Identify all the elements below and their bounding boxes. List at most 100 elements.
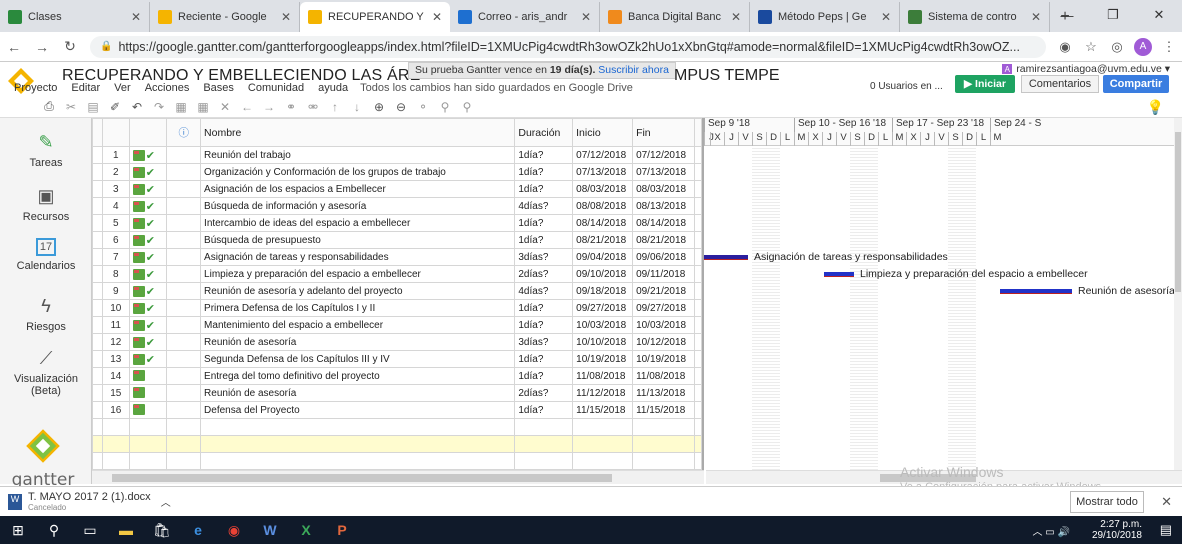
start-cell[interactable]: 11/12/2018 — [572, 384, 634, 402]
menu-editar[interactable]: Editar — [71, 82, 100, 96]
paste-icon[interactable]: ▤ — [84, 100, 102, 114]
row-number[interactable]: 10 — [101, 299, 130, 317]
file-explorer-icon[interactable]: ▬ — [108, 516, 144, 544]
redo-icon[interactable]: ↷ — [150, 100, 168, 114]
resources-group-icon[interactable]: ⚲ — [458, 100, 476, 114]
table-row[interactable]: 14 Entrega del tomo definitivo del proyec… — [92, 367, 702, 385]
windows-start-icon[interactable]: ⊞ — [0, 516, 36, 544]
task-name-cell[interactable]: Reunión de asesoría — [200, 333, 516, 351]
start-cell[interactable]: 10/19/2018 — [572, 350, 634, 368]
zoom-in-icon[interactable]: ⊕ — [370, 100, 388, 114]
row-number[interactable]: 12 — [101, 333, 130, 351]
sidebar-item-calendarios[interactable]: 17 Calendarios — [0, 238, 92, 272]
cast-icon[interactable]: ◉ — [1052, 39, 1078, 55]
tab-6[interactable]: Método Peps | Ge ✕ — [750, 2, 900, 32]
task-name-cell[interactable]: Búsqueda de presupuesto — [200, 231, 516, 249]
end-cell[interactable]: 10/19/2018 — [632, 350, 695, 368]
sidebar-item-recursos[interactable]: ▣ Recursos — [0, 186, 92, 223]
start-cell[interactable]: 08/03/2018 — [572, 180, 634, 198]
tab-2[interactable]: Reciente - Google ✕ — [150, 2, 300, 32]
table-row[interactable]: 3 ✔ Asignación de los espacios a Embellece… — [92, 180, 702, 198]
menu-ver[interactable]: Ver — [114, 82, 131, 96]
start-cell[interactable]: 11/15/2018 — [572, 401, 634, 419]
start-cell[interactable]: 09/10/2018 — [572, 265, 634, 283]
print-icon[interactable]: ⎙ — [40, 99, 58, 114]
start-meeting-button[interactable]: ▶ Iniciar — [955, 75, 1015, 93]
table-row[interactable]: 5 ✔ Intercambio de ideas del espacio a emb… — [92, 214, 702, 232]
gantt-chart[interactable]: Sep 9 '18 Sep 10 - Sep 16 '18 Sep 17 - Sep… — [704, 118, 1174, 470]
end-cell[interactable]: 07/12/2018 — [632, 146, 695, 164]
info-icon[interactable]: ⓘ — [166, 118, 202, 147]
milestone-icon[interactable]: ⚬ — [414, 100, 432, 114]
grid-horizontal-scrollbar[interactable] — [92, 470, 704, 484]
outdent-icon[interactable]: ← — [238, 100, 256, 114]
close-tab-icon[interactable]: ✕ — [432, 10, 442, 24]
delete-row-icon[interactable]: ✕ — [216, 100, 234, 114]
end-cell[interactable]: 09/11/2018 — [632, 265, 695, 283]
store-icon[interactable]: 🛍 — [144, 516, 180, 544]
tab-3[interactable]: RECUPERANDO Y ✕ — [300, 2, 450, 32]
duration-cell[interactable]: 4días? — [514, 197, 574, 215]
row-number[interactable]: 13 — [101, 350, 130, 368]
zoom-out-icon[interactable]: ⊖ — [392, 100, 410, 114]
move-down-icon[interactable]: ↓ — [348, 100, 366, 114]
row-number[interactable]: 9 — [101, 282, 130, 300]
sidebar-item-visualizacion[interactable]: ⟋ Visualización (Beta) — [0, 348, 92, 397]
end-cell[interactable]: 08/21/2018 — [632, 231, 695, 249]
table-row[interactable]: 12 ✔ Reunión de asesoría 3días? 10/10/2018 10… — [92, 333, 702, 351]
duration-cell[interactable]: 1día? — [514, 299, 574, 317]
duration-cell[interactable]: 4días? — [514, 282, 574, 300]
close-tab-icon[interactable]: ✕ — [131, 10, 141, 24]
tab-1[interactable]: Clases ✕ — [0, 2, 150, 32]
minimize-icon[interactable]: — — [1044, 0, 1090, 30]
start-cell[interactable]: 09/27/2018 — [572, 299, 634, 317]
menu-ayuda[interactable]: ayuda — [318, 82, 348, 96]
menu-bases[interactable]: Bases — [203, 82, 234, 96]
bookmark-star-icon[interactable]: ☆ — [1078, 39, 1104, 55]
row-number[interactable]: 6 — [101, 231, 130, 249]
duration-cell[interactable]: 1día? — [514, 180, 574, 198]
close-tab-icon[interactable]: ✕ — [1031, 10, 1041, 24]
notification-icon[interactable]: ▤ — [1160, 522, 1172, 538]
end-cell[interactable]: 09/27/2018 — [632, 299, 695, 317]
powerpoint-icon[interactable]: P — [324, 516, 360, 544]
duration-cell[interactable]: 1día? — [514, 401, 574, 419]
chevron-up-icon[interactable]: ︿ — [161, 494, 171, 509]
row-number[interactable]: 1 — [101, 146, 130, 164]
start-cell[interactable]: 09/04/2018 — [572, 248, 634, 266]
table-row[interactable]: 11 ✔ Mantenimiento del espacio a embellece… — [92, 316, 702, 334]
subscribe-link[interactable]: Suscribir ahora — [598, 64, 669, 76]
start-cell[interactable]: 11/08/2018 — [572, 367, 634, 385]
start-cell[interactable]: 10/10/2018 — [572, 333, 634, 351]
task-name-cell[interactable]: Segunda Defensa de los Capítulos III y I… — [200, 350, 516, 368]
duration-cell[interactable]: 1día? — [514, 350, 574, 368]
row-number[interactable]: 11 — [101, 316, 130, 334]
move-up-icon[interactable]: ↑ — [326, 100, 344, 114]
start-cell[interactable]: 08/14/2018 — [572, 214, 634, 232]
task-name-cell[interactable]: Defensa del Proyecto — [200, 401, 516, 419]
format-painter-icon[interactable]: ✐ — [106, 100, 124, 114]
profile-avatar[interactable]: A — [1130, 37, 1156, 56]
table-row[interactable]: 4 ✔ Búsqueda de información y asesoría 4día… — [92, 197, 702, 215]
task-name-cell[interactable]: Primera Defensa de los Capítulos I y II — [200, 299, 516, 317]
row-number[interactable]: 15 — [101, 384, 130, 402]
link-icon[interactable]: ⚭ — [282, 100, 300, 114]
end-cell[interactable]: 09/21/2018 — [632, 282, 695, 300]
empty-row[interactable] — [92, 418, 702, 436]
row-number[interactable]: 3 — [101, 180, 130, 198]
task-name-cell[interactable]: Intercambio de ideas del espacio a embel… — [200, 214, 516, 232]
table-row[interactable]: 10 ✔ Primera Defensa de los Capítulos I y … — [92, 299, 702, 317]
menu-acciones[interactable]: Acciones — [145, 82, 190, 96]
task-name-cell[interactable]: Mantenimiento del espacio a embellecer — [200, 316, 516, 334]
row-number[interactable]: 16 — [101, 401, 130, 419]
user-account[interactable]: Aramirezsantiagoa@uvm.edu.ve ▾ — [1002, 63, 1170, 75]
back-icon[interactable]: ← — [0, 39, 28, 55]
table-row[interactable]: 13 ✔ Segunda Defensa de los Capítulos III … — [92, 350, 702, 368]
tab-4[interactable]: Correo - aris_andr ✕ — [450, 2, 600, 32]
duration-cell[interactable]: 1día? — [514, 163, 574, 181]
cut-icon[interactable]: ✂ — [62, 100, 80, 114]
duration-cell[interactable]: 1día? — [514, 231, 574, 249]
vertical-scrollbar[interactable] — [1174, 118, 1182, 470]
task-name-cell[interactable]: Organización y Conformación de los grupo… — [200, 163, 516, 181]
menu-proyecto[interactable]: Proyecto — [14, 82, 57, 96]
